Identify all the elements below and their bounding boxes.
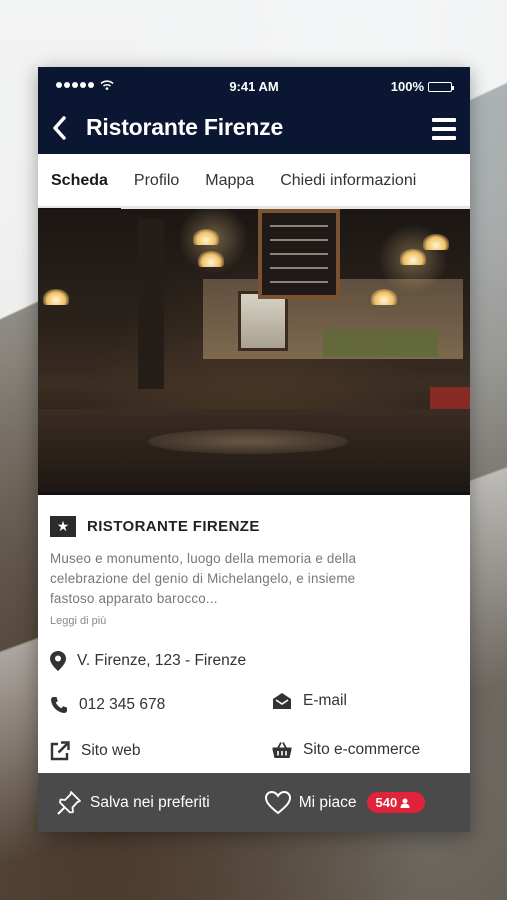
place-description: Museo e monumento, luogo della memoria e… xyxy=(50,551,357,606)
address: V. Firenze, 123 - Firenze xyxy=(50,651,246,671)
read-more-link[interactable]: Leggi di più xyxy=(50,615,458,627)
star-icon: ★ xyxy=(50,516,76,537)
envelope-icon xyxy=(273,693,291,709)
tab-profilo[interactable]: Profilo xyxy=(121,153,192,208)
place-name: RISTORANTE FIRENZE xyxy=(87,518,260,535)
user-icon xyxy=(400,798,410,808)
phone-screen: 9:41 AM 100% Ristorante Firenze Scheda P… xyxy=(38,67,470,832)
like-count: 540 xyxy=(375,795,398,810)
external-link-icon xyxy=(50,741,70,761)
heart-icon xyxy=(264,790,291,815)
status-bar: 9:41 AM 100% xyxy=(38,67,470,104)
tab-scheda[interactable]: Scheda xyxy=(38,153,121,211)
place-info: ★ RISTORANTE FIRENZE Museo e monumento, … xyxy=(38,516,470,811)
page-title: Ristorante Firenze xyxy=(86,114,284,140)
phone-icon xyxy=(51,697,67,713)
shop-link[interactable]: Sito e-commerce xyxy=(272,741,420,759)
map-pin-icon xyxy=(50,651,66,671)
battery-icon xyxy=(428,81,454,92)
bottom-action-bar: Salva nei preferiti Mi piace 540 xyxy=(38,773,470,832)
tab-mappa[interactable]: Mappa xyxy=(192,153,267,208)
address-text: V. Firenze, 123 - Firenze xyxy=(77,652,247,669)
shop-text: Sito e-commerce xyxy=(303,741,421,758)
header: 9:41 AM 100% Ristorante Firenze xyxy=(38,67,470,154)
back-chevron-icon[interactable] xyxy=(50,115,70,141)
pin-icon xyxy=(57,790,81,815)
basket-icon xyxy=(272,742,292,758)
save-favorites-button[interactable]: Salva nei preferiti xyxy=(56,790,210,816)
website-text: Sito web xyxy=(81,742,141,759)
phone-text: 012 345 678 xyxy=(79,696,166,713)
email-text: E-mail xyxy=(303,692,347,709)
save-favorites-label: Salva nei preferiti xyxy=(90,793,210,811)
title-bar: Ristorante Firenze xyxy=(38,104,470,154)
website-link[interactable]: Sito web xyxy=(50,741,140,761)
battery-percent: 100% xyxy=(390,79,424,94)
like-button[interactable]: Mi piace 540 xyxy=(264,790,426,815)
hamburger-menu-icon[interactable] xyxy=(432,118,456,140)
place-heading: ★ RISTORANTE FIRENZE xyxy=(50,516,458,537)
tab-bar: Scheda Profilo Mappa Chiedi informazioni xyxy=(38,153,470,211)
phone-link[interactable]: 012 345 678 xyxy=(50,696,165,714)
tab-chiedi-informazioni[interactable]: Chiedi informazioni xyxy=(267,153,429,208)
like-count-badge: 540 xyxy=(367,792,426,813)
restaurant-photo xyxy=(38,209,470,495)
email-link[interactable]: E-mail xyxy=(272,692,347,710)
battery-indicator: 100% xyxy=(390,79,454,94)
like-label: Mi piace xyxy=(298,793,357,811)
